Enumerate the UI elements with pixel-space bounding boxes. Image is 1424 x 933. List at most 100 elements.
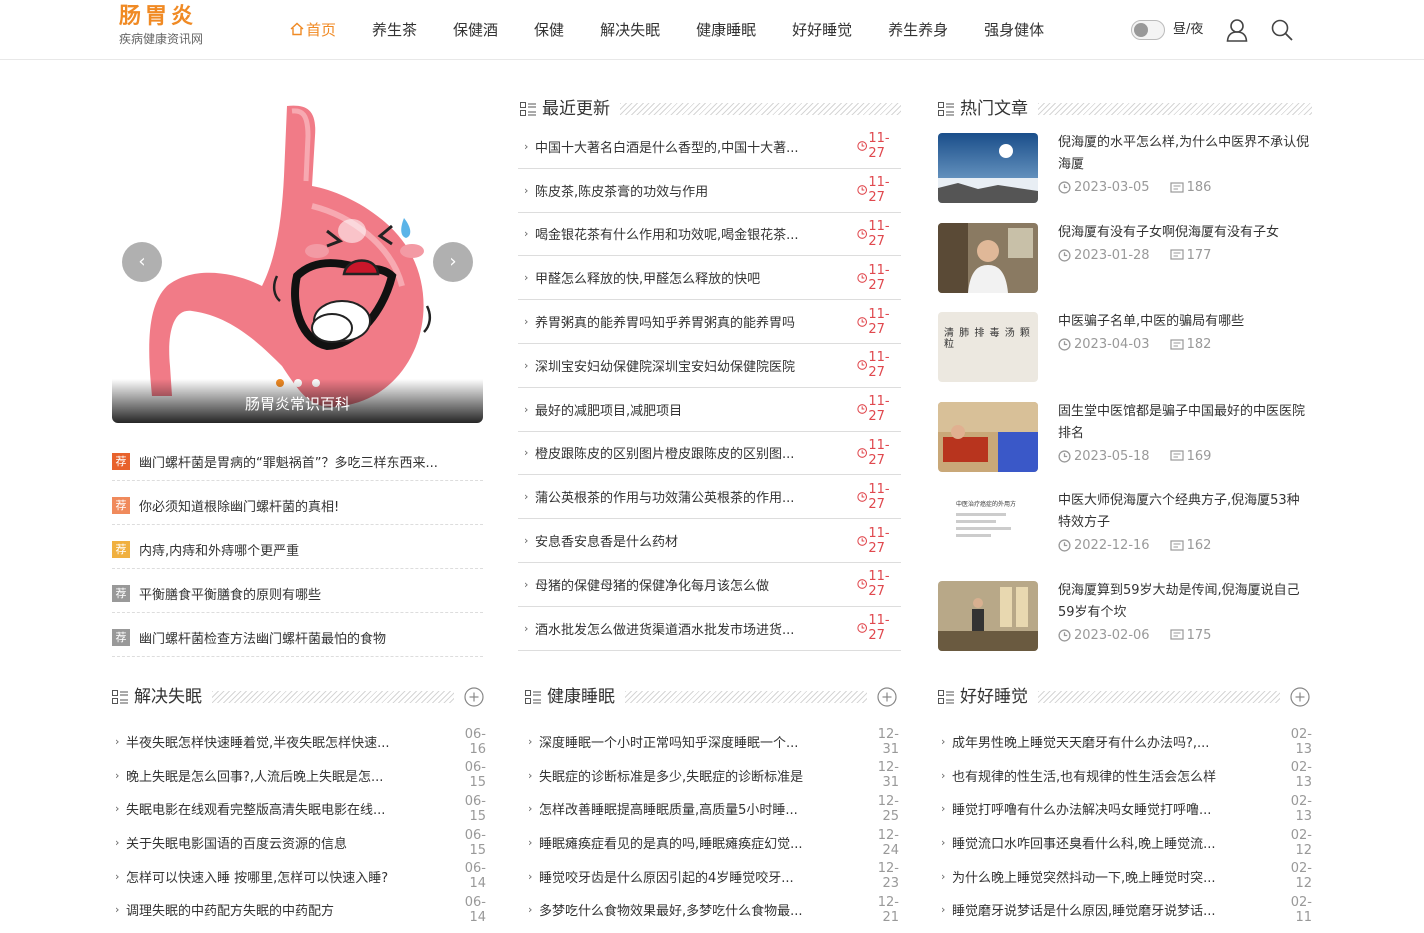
list-item-title[interactable]: 怎样可以快速入睡 按哪里,怎样可以快速入睡? <box>126 867 440 886</box>
day-night-toggle[interactable] <box>1131 20 1165 40</box>
list-item-title[interactable]: 内痔,内痔和外痔哪个更严重 <box>139 540 299 559</box>
list-item-title[interactable]: 幽门螺杆菌检查方法幽门螺杆菌最怕的食物 <box>139 628 386 647</box>
list-item-title[interactable]: 平衡膳食平衡膳食的原则有哪些 <box>139 584 321 603</box>
list-item[interactable]: › 晚上失眠是怎么回事?,人流后晚上失眠是怎... 06-15 <box>112 759 486 793</box>
list-item-title[interactable]: 最好的减肥项目,减肥项目 <box>535 400 831 419</box>
list-item-title[interactable]: 固生堂中医馆都是骗子中国最好的中医医院排名 <box>1058 401 1312 445</box>
list-item-title[interactable]: 睡觉磨牙说梦话是什么原因,睡觉磨牙说梦话... <box>952 900 1266 919</box>
list-item-title[interactable]: 中医骗子名单,中医的骗局有哪些 <box>1058 311 1312 333</box>
thumbnail[interactable] <box>938 133 1038 203</box>
list-item[interactable]: › 养胃粥真的能养胃吗知乎养胃粥真的能养胃吗 11-27 <box>518 300 901 344</box>
site-logo[interactable]: 肠胃炎 疾病健康资讯网 <box>119 2 203 46</box>
nav-item-healthy-sleep[interactable]: 健康睡眠 <box>696 0 756 60</box>
list-item[interactable]: › 最好的减肥项目,减肥项目 11-27 <box>518 388 901 432</box>
list-item[interactable]: › 深圳宝安妇幼保健院深圳宝安妇幼保健院医院 11-27 <box>518 344 901 388</box>
list-item-title[interactable]: 睡觉咬牙齿是什么原因引起的4岁睡觉咬牙... <box>539 867 853 886</box>
list-item[interactable]: 倪海厦有没有子女啊倪海厦有没有子女 2023-01-28 177 <box>938 218 1312 308</box>
nav-item-wine[interactable]: 保健酒 <box>453 0 498 60</box>
nav-item-wellness[interactable]: 养生养身 <box>888 0 948 60</box>
thumbnail[interactable] <box>938 401 1038 472</box>
list-item[interactable]: › 母猪的保健母猪的保健净化每月该怎么做 11-27 <box>518 563 901 607</box>
thumbnail[interactable]: 清 肺 排 毒 汤 颗 粒 <box>938 312 1038 382</box>
list-item-title[interactable]: 也有规律的性生活,也有规律的性生活会怎么样 <box>952 766 1266 785</box>
list-item-title[interactable]: 养胃粥真的能养胃吗知乎养胃粥真的能养胃吗 <box>535 312 831 331</box>
list-item[interactable]: › 睡觉流口水咋回事还臭看什么科,晚上睡觉流... 02-12 <box>938 826 1312 860</box>
list-item-title[interactable]: 安息香安息香是什么药材 <box>535 531 831 550</box>
nav-item-health[interactable]: 保健 <box>534 0 564 60</box>
list-item[interactable]: › 成年男性晚上睡觉天天磨牙有什么办法吗?,... 02-13 <box>938 725 1312 759</box>
more-plus-icon[interactable] <box>464 687 484 707</box>
list-item[interactable]: › 怎样可以快速入睡 按哪里,怎样可以快速入睡? 06-14 <box>112 859 486 893</box>
list-item-title[interactable]: 倪海厦算到59岁大劫是传闻,倪海厦说自己59岁有个坎 <box>1058 580 1312 624</box>
list-item-title[interactable]: 关于失眠电影国语的百度云资源的信息 <box>126 833 440 852</box>
thumbnail[interactable]: 中医治疗癌症的外用方 <box>938 491 1038 561</box>
list-item-title[interactable]: 喝金银花茶有什么作用和功效呢,喝金银花茶... <box>535 224 831 243</box>
list-item[interactable]: › 为什么晚上睡觉突然抖动一下,晚上睡觉时突... 02-12 <box>938 859 1312 893</box>
list-item-title[interactable]: 半夜失眠怎样快速睡着觉,半夜失眠怎样快速... <box>126 732 440 751</box>
more-plus-icon[interactable] <box>1290 687 1310 707</box>
list-item-title[interactable]: 母猪的保健母猪的保健净化每月该怎么做 <box>535 575 831 594</box>
list-item[interactable]: › 失眠电影在线观看完整版高清失眠电影在线... 06-15 <box>112 792 486 826</box>
nav-item-fitness[interactable]: 强身健体 <box>984 0 1044 60</box>
nav-item-insomnia[interactable]: 解决失眠 <box>600 0 660 60</box>
list-item-title[interactable]: 多梦吃什么食物效果最好,多梦吃什么食物最... <box>539 900 853 919</box>
list-item-title[interactable]: 睡眠瘫痪症看见的是真的吗,睡眠瘫痪症幻觉... <box>539 833 853 852</box>
list-item-title[interactable]: 失眠症的诊断标准是多少,失眠症的诊断标准是 <box>539 766 853 785</box>
list-item[interactable]: 清 肺 排 毒 汤 颗 粒 中医骗子名单,中医的骗局有哪些 2023-04-03… <box>938 307 1312 397</box>
list-item-title[interactable]: 调理失眠的中药配方失眠的中药配方 <box>126 900 440 919</box>
list-item[interactable]: › 睡觉打呼噜有什么办法解决吗女睡觉打呼噜... 02-13 <box>938 792 1312 826</box>
list-item-title[interactable]: 你必须知道根除幽门螺杆菌的真相! <box>139 496 339 515</box>
user-icon[interactable] <box>1226 18 1248 42</box>
list-item-title[interactable]: 睡觉打呼噜有什么办法解决吗女睡觉打呼噜... <box>952 799 1266 818</box>
slider-next-button[interactable]: › <box>433 242 473 282</box>
list-item[interactable]: › 失眠症的诊断标准是多少,失眠症的诊断标准是 12-31 <box>525 759 899 793</box>
list-item-title[interactable]: 甲醛怎么释放的快,甲醛怎么释放的快吧 <box>535 268 831 287</box>
list-item-title[interactable]: 中医大师倪海厦六个经典方子,倪海厦53种特效方子 <box>1058 490 1312 534</box>
more-plus-icon[interactable] <box>877 687 897 707</box>
list-item[interactable]: › 睡眠瘫痪症看见的是真的吗,睡眠瘫痪症幻觉... 12-24 <box>525 826 899 860</box>
list-item[interactable]: 荐内痔,内痔和外痔哪个更严重 <box>112 525 483 569</box>
list-item[interactable]: 中医治疗癌症的外用方 中医大师倪海厦六个经典方子,倪海厦53种特效方子 2022… <box>938 486 1312 576</box>
list-item-title[interactable]: 晚上失眠是怎么回事?,人流后晚上失眠是怎... <box>126 766 440 785</box>
list-item-title[interactable]: 中国十大著名白酒是什么香型的,中国十大著... <box>535 137 831 156</box>
list-item-title[interactable]: 深圳宝安妇幼保健院深圳宝安妇幼保健院医院 <box>535 356 831 375</box>
list-item[interactable]: › 关于失眠电影国语的百度云资源的信息 06-15 <box>112 826 486 860</box>
list-item[interactable]: › 安息香安息香是什么药材 11-27 <box>518 519 901 563</box>
list-item-title[interactable]: 陈皮茶,陈皮茶膏的功效与作用 <box>535 181 831 200</box>
list-item[interactable]: 倪海厦算到59岁大劫是传闻,倪海厦说自己59岁有个坎 2023-02-06 175 <box>938 576 1312 666</box>
list-item-title[interactable]: 失眠电影在线观看完整版高清失眠电影在线... <box>126 799 440 818</box>
list-item[interactable]: › 喝金银花茶有什么作用和功效呢,喝金银花茶... 11-27 <box>518 213 901 257</box>
list-item[interactable]: 荐幽门螺杆菌检查方法幽门螺杆菌最怕的食物 <box>112 613 483 657</box>
list-item[interactable]: › 怎样改善睡眠提高睡眠质量,高质量5小时睡... 12-25 <box>525 792 899 826</box>
list-item[interactable]: › 酒水批发怎么做进货渠道酒水批发市场进货... 11-27 <box>518 607 901 651</box>
list-item[interactable]: 荐你必须知道根除幽门螺杆菌的真相! <box>112 481 483 525</box>
list-item[interactable]: › 多梦吃什么食物效果最好,多梦吃什么食物最... 12-21 <box>525 893 899 927</box>
list-item[interactable]: › 橙皮跟陈皮的区别图片橙皮跟陈皮的区别图... 11-27 <box>518 432 901 476</box>
list-item-title[interactable]: 怎样改善睡眠提高睡眠质量,高质量5小时睡... <box>539 799 853 818</box>
list-item-title[interactable]: 深度睡眠一个小时正常吗知乎深度睡眠一个... <box>539 732 853 751</box>
thumbnail[interactable] <box>938 580 1038 651</box>
image-slider[interactable]: ‹ › 肠胃炎常识百科 <box>112 96 483 423</box>
list-item[interactable]: › 蒲公英根茶的作用与功效蒲公英根茶的作用... 11-27 <box>518 475 901 520</box>
list-item-title[interactable]: 倪海厦有没有子女啊倪海厦有没有子女 <box>1058 222 1312 244</box>
list-item-title[interactable]: 酒水批发怎么做进货渠道酒水批发市场进货... <box>535 619 831 638</box>
list-item[interactable]: 固生堂中医馆都是骗子中国最好的中医医院排名 2023-05-18 169 <box>938 397 1312 487</box>
list-item-title[interactable]: 倪海厦的水平怎么样,为什么中医界不承认倪海厦 <box>1058 132 1312 176</box>
list-item[interactable]: 倪海厦的水平怎么样,为什么中医界不承认倪海厦 2023-03-05 186 <box>938 128 1312 218</box>
list-item[interactable]: › 调理失眠的中药配方失眠的中药配方 06-14 <box>112 893 486 927</box>
list-item[interactable]: › 睡觉磨牙说梦话是什么原因,睡觉磨牙说梦话... 02-11 <box>938 893 1312 927</box>
list-item-title[interactable]: 成年男性晚上睡觉天天磨牙有什么办法吗?,... <box>952 732 1266 751</box>
slide-caption[interactable]: 肠胃炎常识百科 <box>112 379 483 423</box>
list-item-title[interactable]: 为什么晚上睡觉突然抖动一下,晚上睡觉时突... <box>952 867 1266 886</box>
list-item-title[interactable]: 橙皮跟陈皮的区别图片橙皮跟陈皮的区别图... <box>535 443 831 462</box>
list-item[interactable]: 荐幽门螺杆菌是胃病的“罪魁祸首”？多吃三样东西来... <box>112 437 483 481</box>
nav-item-home[interactable]: 首页 <box>290 0 336 60</box>
list-item[interactable]: › 陈皮茶,陈皮茶膏的功效与作用 11-27 <box>518 169 901 213</box>
list-item[interactable]: › 也有规律的性生活,也有规律的性生活会怎么样 02-13 <box>938 759 1312 793</box>
list-item-title[interactable]: 蒲公英根茶的作用与功效蒲公英根茶的作用... <box>535 487 831 506</box>
search-icon[interactable] <box>1270 18 1294 42</box>
nav-item-good-sleep[interactable]: 好好睡觉 <box>792 0 852 60</box>
list-item[interactable]: › 深度睡眠一个小时正常吗知乎深度睡眠一个... 12-31 <box>525 725 899 759</box>
list-item-title[interactable]: 睡觉流口水咋回事还臭看什么科,晚上睡觉流... <box>952 833 1266 852</box>
list-item[interactable]: 荐平衡膳食平衡膳食的原则有哪些 <box>112 569 483 613</box>
